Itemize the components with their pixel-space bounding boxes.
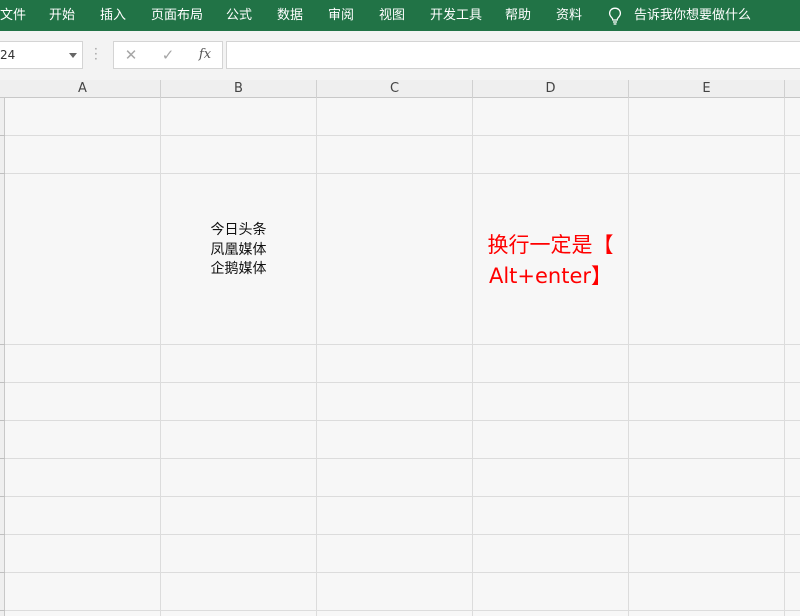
name-box[interactable]: 24	[0, 41, 83, 69]
gridline	[5, 534, 800, 535]
gridline	[316, 98, 317, 616]
menu-resources[interactable]: 资料	[556, 0, 582, 31]
gridline	[5, 173, 800, 174]
menu-home[interactable]: 开始	[49, 0, 75, 31]
chevron-down-icon[interactable]	[69, 53, 77, 58]
menu-view[interactable]: 视图	[379, 0, 405, 31]
column-header-b[interactable]: B	[161, 80, 317, 98]
cell-line: 企鹅媒体	[210, 261, 267, 277]
gridline	[160, 98, 161, 616]
insert-function-icon[interactable]: fx	[190, 42, 220, 68]
gridline	[5, 572, 800, 573]
enter-icon[interactable]: ✓	[153, 42, 183, 68]
column-header-e[interactable]: E	[629, 80, 785, 98]
tell-me-search[interactable]: 告诉我你想要做什么	[634, 0, 751, 31]
menu-developer[interactable]: 开发工具	[430, 0, 482, 31]
gridline	[5, 458, 800, 459]
ribbon-menu-bar: 文件 开始 插入 页面布局 公式 数据 审阅 视图 开发工具 帮助 资料 告诉我…	[0, 0, 800, 31]
gridline	[5, 382, 800, 383]
gridline	[5, 496, 800, 497]
menu-formulas[interactable]: 公式	[226, 0, 252, 31]
gridline	[784, 98, 785, 616]
row-divider	[0, 610, 5, 611]
gridline	[5, 420, 800, 421]
cell-d-annotation[interactable]: 换行一定是【 Alt+enter】	[473, 230, 628, 292]
row-header-gutter	[0, 98, 5, 616]
menu-review[interactable]: 审阅	[328, 0, 354, 31]
worksheet-grid[interactable]: A B C D E 今日头条 凤凰媒体 企鹅媒体 换行一定是【 Alt+ente…	[0, 80, 800, 616]
row-divider	[0, 344, 5, 345]
formula-bar: 24 · · · ✕ ✓ fx	[0, 31, 800, 80]
column-header-bar: A B C D E	[0, 80, 800, 98]
cell-b-multiline[interactable]: 今日头条 凤凰媒体 企鹅媒体	[161, 221, 316, 280]
annotation-line: Alt+enter】	[488, 264, 613, 288]
row-divider	[0, 496, 5, 497]
cell-line: 今日头条	[210, 222, 267, 238]
gridline	[5, 610, 800, 611]
menu-page-layout[interactable]: 页面布局	[151, 0, 203, 31]
row-divider	[0, 572, 5, 573]
row-divider	[0, 458, 5, 459]
gridline	[628, 98, 629, 616]
menu-file[interactable]: 文件	[0, 0, 26, 31]
lightbulb-icon[interactable]	[608, 7, 622, 25]
column-header-c[interactable]: C	[317, 80, 473, 98]
formula-buttons: ✕ ✓ fx	[113, 41, 223, 69]
cancel-icon[interactable]: ✕	[116, 42, 146, 68]
column-header-d[interactable]: D	[473, 80, 629, 98]
row-divider	[0, 382, 5, 383]
resize-handle-icon[interactable]: · · ·	[94, 43, 98, 65]
row-divider	[0, 135, 5, 136]
annotation-line: 换行一定是【	[487, 233, 614, 257]
formula-input[interactable]	[226, 41, 800, 69]
gridline	[472, 98, 473, 616]
name-box-value: 24	[0, 48, 16, 62]
column-header-a[interactable]: A	[5, 80, 161, 98]
menu-help[interactable]: 帮助	[505, 0, 531, 31]
cell-line: 凤凰媒体	[210, 241, 267, 258]
row-divider	[0, 534, 5, 535]
menu-data[interactable]: 数据	[277, 0, 303, 31]
menu-insert[interactable]: 插入	[100, 0, 126, 31]
row-divider	[0, 420, 5, 421]
gridline	[5, 344, 800, 345]
gridline	[5, 135, 800, 136]
row-divider	[0, 173, 5, 174]
